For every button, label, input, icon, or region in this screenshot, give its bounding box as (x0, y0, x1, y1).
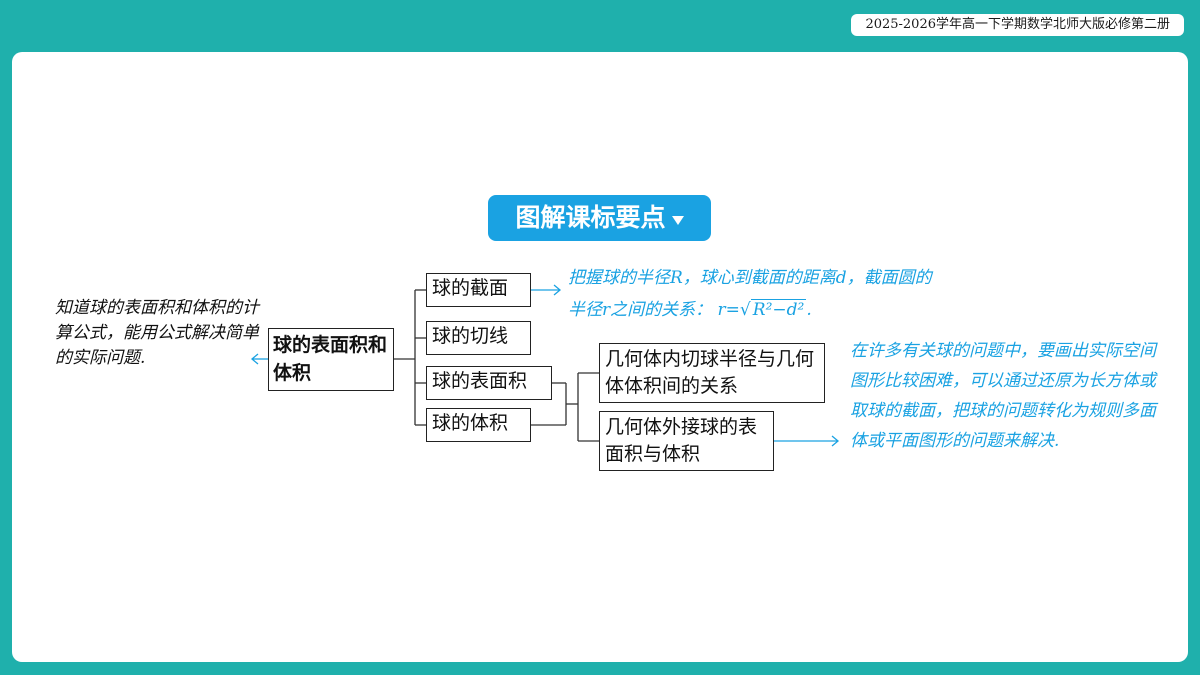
sqrt-icon: √ (739, 300, 751, 320)
main-node: 球的表面积和体积 (268, 328, 394, 391)
section-note-line1: 把握球的半径R，球心到截面的距离d，截面圆的 (568, 268, 932, 288)
sub-circumscribed-sphere: 几何体外接球的表面积与体积 (599, 411, 774, 471)
section-note: 把握球的半径R，球心到截面的距离d，截面圆的 半径r之间的关系： r=√ R²−d… (568, 262, 1088, 326)
radius-formula: r=√ R²−d². (718, 299, 812, 320)
circumscribed-note: 在许多有关球的问题中，要画出实际空间图形比较困难，可以通过还原为长方体或取球的截… (850, 341, 1156, 451)
learning-objective: 知道球的表面积和体积的计算公式，能用公式解决简单的实际问题. (55, 298, 259, 368)
branch-tangent: 球的切线 (426, 321, 531, 355)
formula-end: . (806, 300, 812, 320)
sub-inscribed-sphere: 几何体内切球半径与几何体体积间的关系 (599, 343, 825, 403)
branch-surface-area: 球的表面积 (426, 366, 552, 400)
formula-radicand: R²−d² (750, 299, 807, 320)
formula-lhs: r= (717, 300, 740, 320)
section-note-prefix: 半径r之间的关系： (568, 300, 713, 320)
branch-section: 球的截面 (426, 273, 531, 307)
section-note-line2: 半径r之间的关系： r=√ R²−d². (568, 294, 1088, 326)
branch-volume: 球的体积 (426, 408, 531, 442)
